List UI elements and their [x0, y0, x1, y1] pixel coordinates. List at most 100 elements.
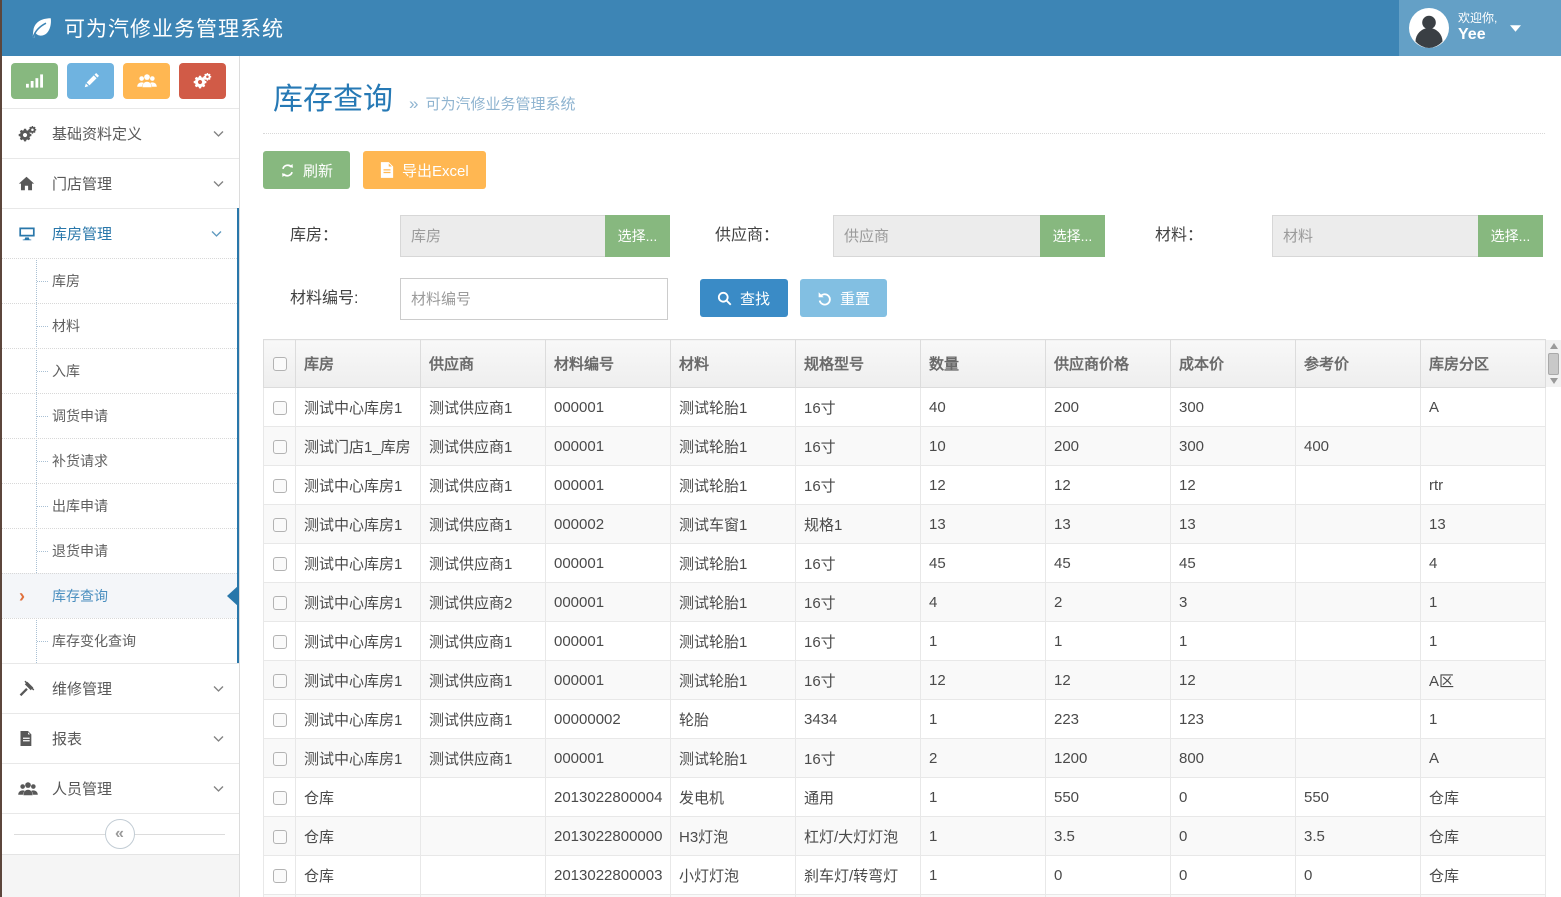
row-checkbox[interactable] [273, 713, 287, 727]
scrollbar-thumb[interactable] [1548, 353, 1559, 375]
table-row[interactable]: 测试中心库房1测试供应商1000001测试轮胎116寸21200800A [264, 739, 1546, 778]
sidebar-item[interactable]: 人员管理 [0, 763, 239, 813]
table-cell: 000001 [546, 427, 671, 466]
material-input[interactable] [1272, 215, 1478, 257]
table-cell: 000001 [546, 583, 671, 622]
sidebar-subitem[interactable]: 退货申请 [0, 528, 237, 573]
active-caret-icon: › [19, 574, 25, 619]
warehouse-select-button[interactable]: 选择... [605, 215, 670, 257]
table-cell: 2013022800000 [546, 817, 671, 856]
table-row[interactable]: 仓库2013022800000H3灯泡杠灯/大灯灯泡13.503.5仓库 [264, 817, 1546, 856]
table-row[interactable]: 测试中心库房1测试供应商1000002测试车窗1规格113131313 [264, 505, 1546, 544]
settings-shortcut-button[interactable] [179, 63, 226, 99]
table-cell: 测试轮胎1 [671, 739, 796, 778]
sidebar-subitem[interactable]: 入库 [0, 348, 237, 393]
row-checkbox[interactable] [273, 518, 287, 532]
row-checkbox[interactable] [273, 869, 287, 883]
table-cell [1296, 739, 1421, 778]
table-row[interactable]: 测试中心库房1测试供应商1000001测试轮胎116寸1111 [264, 622, 1546, 661]
table-cell: 测试门店1_库房 [296, 427, 421, 466]
row-checkbox[interactable] [273, 596, 287, 610]
table-row[interactable]: 仓库2013022800004发电机通用15500550仓库 [264, 778, 1546, 817]
row-checkbox[interactable] [273, 401, 287, 415]
search-button[interactable]: 查找 [700, 279, 788, 317]
table-row[interactable]: 测试中心库房1测试供应商1000001测试轮胎116寸121212A区 [264, 661, 1546, 700]
user-menu[interactable]: 欢迎你, Yee [1399, 0, 1561, 56]
table-cell: 测试轮胎1 [671, 544, 796, 583]
table-cell: 12 [1171, 466, 1296, 505]
table-row[interactable]: 仓库2013022800003小灯灯泡刹车灯/转弯灯1000仓库 [264, 856, 1546, 895]
table-row[interactable]: 测试门店1_库房测试供应商1000001测试轮胎116寸10200300400 [264, 427, 1546, 466]
sidebar-subitem[interactable]: 出库申请 [0, 483, 237, 528]
row-checkbox[interactable] [273, 479, 287, 493]
sidebar-item[interactable]: 库房管理 [0, 208, 237, 258]
sidebar-subitem[interactable]: 库房 [0, 258, 237, 303]
table-cell: 0 [1171, 778, 1296, 817]
supplier-select-button[interactable]: 选择... [1040, 215, 1105, 257]
leaf-logo-icon [28, 15, 54, 41]
reset-button[interactable]: 重置 [800, 279, 887, 317]
members-shortcut-button[interactable] [123, 63, 170, 99]
material-no-input[interactable] [400, 278, 668, 320]
row-checkbox[interactable] [273, 635, 287, 649]
refresh-button[interactable]: 刷新 [263, 151, 350, 189]
table-cell: 0 [1171, 856, 1296, 895]
row-checkbox[interactable] [273, 674, 287, 688]
scroll-down-icon[interactable] [1550, 378, 1558, 384]
table-cell: 测试供应商1 [421, 427, 546, 466]
sidebar-item[interactable]: 门店管理 [0, 158, 239, 208]
table-row[interactable]: 测试中心库房1测试供应商100000002轮胎343412231231 [264, 700, 1546, 739]
column-header: 供应商价格 [1046, 340, 1171, 388]
edit-shortcut-button[interactable] [67, 63, 114, 99]
sidebar-subitem[interactable]: 材料 [0, 303, 237, 348]
sidebar-item[interactable]: 基础资料定义 [0, 108, 239, 158]
sidebar-item-label: 库房管理 [52, 223, 210, 244]
table-cell: 000001 [546, 544, 671, 583]
row-checkbox[interactable] [273, 440, 287, 454]
sidebar-subitem[interactable]: 库存变化查询 [0, 618, 237, 663]
sidebar-subitem[interactable]: 补货请求 [0, 438, 237, 483]
grid-scrollbar[interactable] [1546, 340, 1561, 387]
supplier-input[interactable] [833, 215, 1040, 257]
sidebar-subitem[interactable]: › 库存查询 [0, 573, 237, 618]
table-cell: 13 [1046, 505, 1171, 544]
sidebar-collapse-button[interactable]: « [0, 813, 239, 854]
material-select-button[interactable]: 选择... [1478, 215, 1543, 257]
row-checkbox[interactable] [273, 791, 287, 805]
table-cell: 轮胎 [671, 700, 796, 739]
table-cell: 16寸 [796, 427, 921, 466]
sidebar-subitem-label: 库存变化查询 [52, 633, 136, 649]
table-cell: 测试轮胎1 [671, 622, 796, 661]
sidebar-menu: 基础资料定义门店管理库房管理库房材料入库调货申请补货请求出库申请退货申请 › 库存查… [0, 108, 239, 813]
table-cell: 40 [921, 388, 1046, 427]
export-excel-button[interactable]: 导出Excel [363, 151, 486, 189]
warehouse-input[interactable] [400, 215, 605, 257]
refresh-icon [280, 163, 295, 178]
scroll-up-icon[interactable] [1550, 343, 1558, 349]
sidebar-item[interactable]: 报表 [0, 713, 239, 763]
sidebar-subitem-label: 出库申请 [52, 498, 108, 514]
table-row[interactable]: 测试中心库房1测试供应商1000001测试轮胎116寸40200300A [264, 388, 1546, 427]
table-row[interactable]: 测试中心库房1测试供应商1000001测试轮胎116寸121212rtr [264, 466, 1546, 505]
sidebar-item-label: 报表 [52, 728, 212, 749]
sidebar-subitem-label: 库存查询 [52, 588, 108, 604]
table-cell: 000001 [546, 466, 671, 505]
sidebar-subitem-label: 退货申请 [52, 543, 108, 559]
stats-shortcut-button[interactable] [11, 63, 58, 99]
select-all-checkbox[interactable] [273, 357, 287, 371]
table-cell: 16寸 [796, 388, 921, 427]
table-cell: 1 [921, 700, 1046, 739]
sidebar-item[interactable]: 维修管理 [0, 663, 239, 713]
sidebar-subitem[interactable]: 调货申请 [0, 393, 237, 438]
table-cell: 12 [1046, 466, 1171, 505]
row-checkbox[interactable] [273, 830, 287, 844]
table-row[interactable]: 测试中心库房1测试供应商2000001测试轮胎116寸4231 [264, 583, 1546, 622]
table-cell: 发电机 [671, 778, 796, 817]
table-row[interactable]: 测试中心库房1测试供应商1000001测试轮胎116寸4545454 [264, 544, 1546, 583]
row-checkbox[interactable] [273, 557, 287, 571]
sidebar-subitem-label: 材料 [52, 318, 80, 334]
table-cell: 测试供应商1 [421, 661, 546, 700]
chevron-down-icon [212, 177, 225, 190]
home-icon [18, 175, 42, 192]
row-checkbox[interactable] [273, 752, 287, 766]
